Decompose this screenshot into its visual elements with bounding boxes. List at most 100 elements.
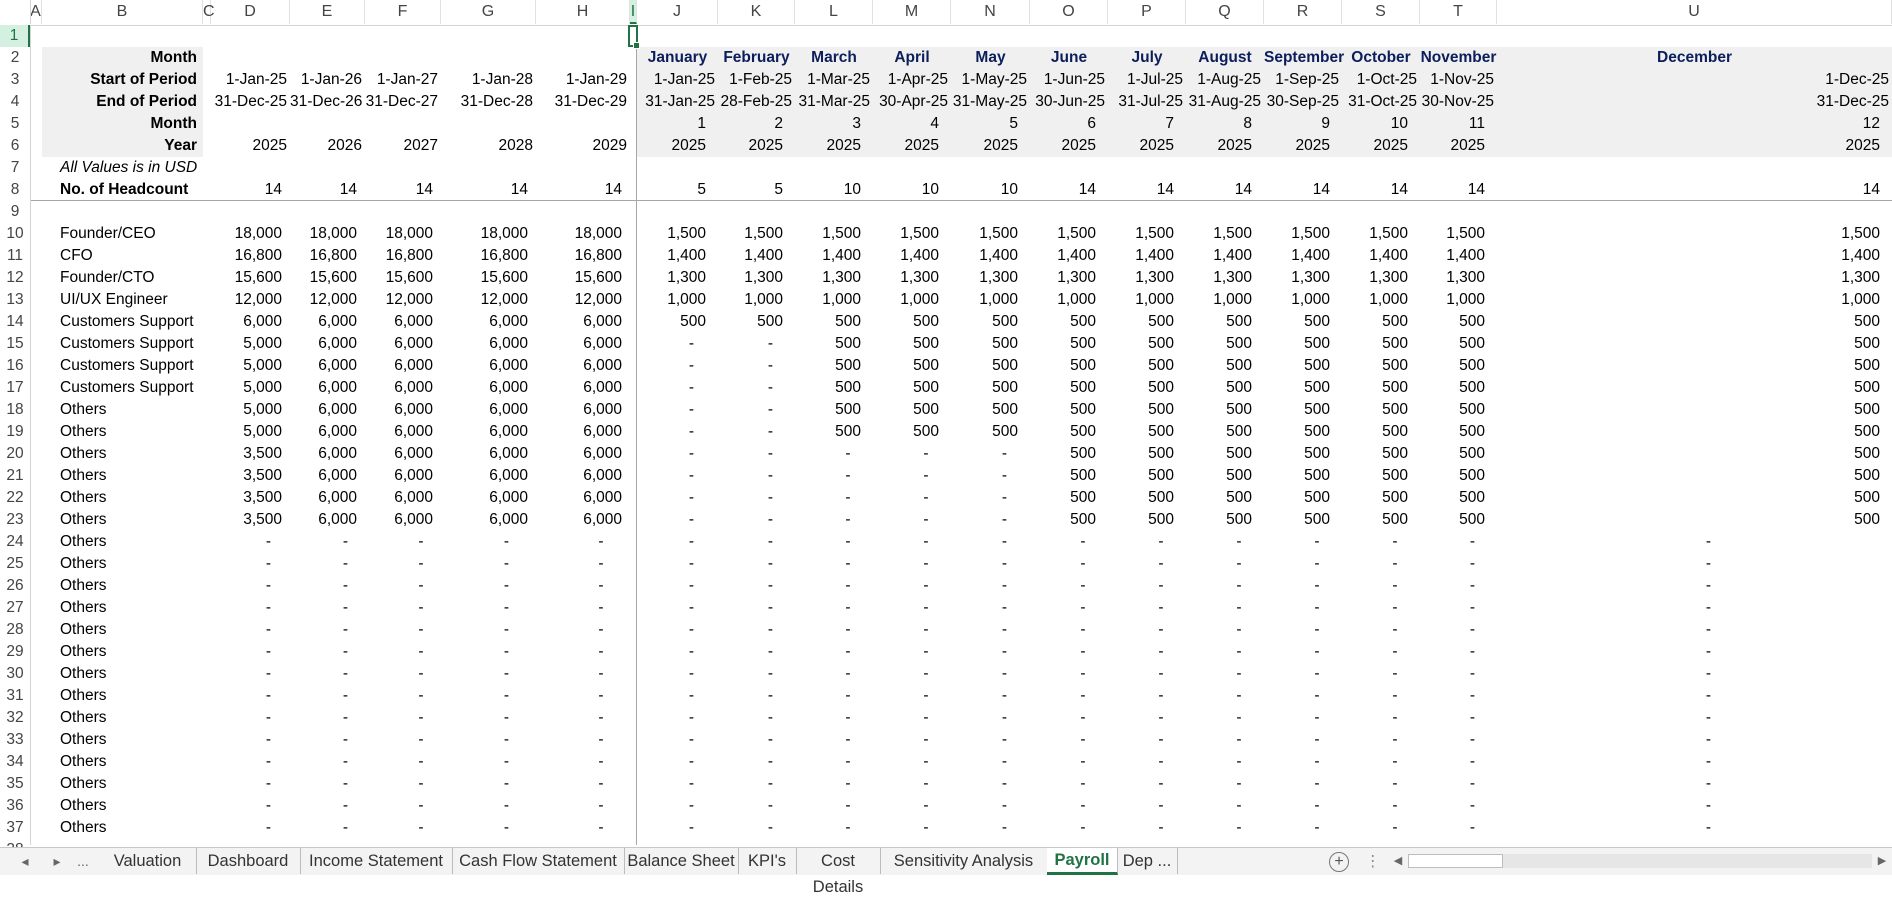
annual-salary-cell[interactable]: 6,000: [441, 487, 528, 509]
month-start-date[interactable]: 1-Sep-25: [1264, 69, 1339, 91]
tab-splitter-handle[interactable]: ⋮: [1365, 848, 1381, 875]
employee-label[interactable]: Others: [60, 817, 210, 839]
monthly-salary-cell[interactable]: -: [1434, 597, 1511, 619]
row-header-19[interactable]: 19: [0, 421, 30, 443]
monthly-salary-cell[interactable]: -: [1511, 575, 1892, 597]
monthly-salary-cell[interactable]: 500: [1030, 355, 1096, 377]
annual-salary-cell[interactable]: 5,000: [211, 355, 282, 377]
annual-salary-cell[interactable]: -: [383, 685, 459, 707]
monthly-salary-cell[interactable]: -: [651, 531, 732, 553]
monthly-salary-cell[interactable]: -: [887, 619, 965, 641]
monthly-salary-cell[interactable]: -: [809, 641, 887, 663]
monthly-salary-cell[interactable]: -: [651, 355, 732, 377]
month-year[interactable]: 2025: [1108, 135, 1174, 157]
monthly-salary-cell[interactable]: -: [1356, 751, 1434, 773]
column-header-n[interactable]: N: [951, 0, 1030, 24]
headcount-annual[interactable]: 14: [365, 179, 433, 201]
annual-salary-cell[interactable]: 6,000: [290, 509, 357, 531]
row-header-1[interactable]: 1: [0, 25, 30, 47]
monthly-salary-cell[interactable]: -: [732, 531, 809, 553]
monthly-salary-cell[interactable]: -: [887, 641, 965, 663]
monthly-salary-cell[interactable]: 500: [795, 333, 861, 355]
monthly-salary-cell[interactable]: -: [965, 685, 1044, 707]
monthly-salary-cell[interactable]: -: [1434, 817, 1511, 839]
annual-salary-cell[interactable]: -: [554, 729, 648, 751]
month-start-date[interactable]: 1-Jun-25: [1030, 69, 1105, 91]
monthly-salary-cell[interactable]: 500: [951, 377, 1018, 399]
monthly-salary-cell[interactable]: -: [732, 685, 809, 707]
monthly-salary-cell[interactable]: -: [1122, 707, 1200, 729]
annual-salary-cell[interactable]: -: [383, 553, 459, 575]
more-tabs-button[interactable]: ...: [72, 848, 94, 875]
row-header-15[interactable]: 15: [0, 333, 30, 355]
monthly-salary-cell[interactable]: -: [1122, 773, 1200, 795]
annual-salary-cell[interactable]: -: [554, 641, 648, 663]
month-start-date[interactable]: 1-Dec-25: [1497, 69, 1889, 91]
monthly-salary-cell[interactable]: 1,400: [951, 245, 1018, 267]
monthly-salary-cell[interactable]: -: [651, 729, 732, 751]
annual-end-date[interactable]: 31-Dec-27: [365, 91, 438, 113]
row-header-7[interactable]: 7: [0, 157, 30, 179]
monthly-salary-cell[interactable]: 500: [1108, 399, 1174, 421]
monthly-salary-cell[interactable]: -: [1434, 619, 1511, 641]
month-number[interactable]: 9: [1264, 113, 1330, 135]
row-header-6[interactable]: 6: [0, 135, 30, 157]
annual-salary-cell[interactable]: -: [383, 795, 459, 817]
row-header-10[interactable]: 10: [0, 223, 30, 245]
monthly-salary-cell[interactable]: 500: [1420, 421, 1485, 443]
monthly-salary-cell[interactable]: 500: [1497, 487, 1880, 509]
month-name[interactable]: October: [1342, 47, 1420, 69]
monthly-salary-cell[interactable]: -: [651, 443, 732, 465]
month-start-date[interactable]: 1-May-25: [951, 69, 1027, 91]
employee-label[interactable]: Others: [60, 597, 210, 619]
row-header-8[interactable]: 8: [0, 179, 30, 201]
column-header-e[interactable]: E: [290, 0, 365, 24]
monthly-salary-cell[interactable]: -: [1356, 597, 1434, 619]
monthly-salary-cell[interactable]: 500: [1030, 443, 1096, 465]
annual-salary-cell[interactable]: -: [554, 751, 648, 773]
row-header-23[interactable]: 23: [0, 509, 30, 531]
monthly-salary-cell[interactable]: 500: [1186, 399, 1252, 421]
monthly-salary-cell[interactable]: 500: [1108, 487, 1174, 509]
annual-salary-cell[interactable]: -: [554, 707, 648, 729]
annual-salary-cell[interactable]: -: [459, 663, 554, 685]
annual-salary-cell[interactable]: 18,000: [365, 223, 433, 245]
monthly-salary-cell[interactable]: -: [1511, 817, 1892, 839]
monthly-salary-cell[interactable]: 500: [795, 355, 861, 377]
annual-salary-cell[interactable]: -: [308, 641, 383, 663]
monthly-salary-cell[interactable]: -: [732, 773, 809, 795]
employee-label[interactable]: Others: [60, 487, 210, 509]
column-header-u[interactable]: U: [1497, 0, 1892, 24]
monthly-salary-cell[interactable]: 500: [1186, 421, 1252, 443]
monthly-salary-cell[interactable]: -: [1511, 795, 1892, 817]
monthly-salary-cell[interactable]: -: [1356, 663, 1434, 685]
monthly-salary-cell[interactable]: 500: [1342, 311, 1408, 333]
annual-salary-cell[interactable]: 6,000: [365, 487, 433, 509]
monthly-salary-cell[interactable]: -: [1200, 575, 1278, 597]
monthly-salary-cell[interactable]: 500: [1030, 377, 1096, 399]
annual-salary-cell[interactable]: -: [308, 795, 383, 817]
row-header-13[interactable]: 13: [0, 289, 30, 311]
column-header-a[interactable]: A: [30, 0, 42, 24]
row-header-33[interactable]: 33: [0, 729, 30, 751]
monthly-salary-cell[interactable]: -: [651, 377, 732, 399]
monthly-salary-cell[interactable]: 500: [1420, 377, 1485, 399]
monthly-salary-cell[interactable]: -: [732, 663, 809, 685]
month-end-date[interactable]: 31-Mar-25: [795, 91, 871, 113]
monthly-salary-cell[interactable]: 1,500: [637, 223, 706, 245]
monthly-salary-cell[interactable]: 500: [795, 399, 861, 421]
annual-salary-cell[interactable]: -: [383, 773, 459, 795]
annual-salary-cell[interactable]: -: [229, 685, 308, 707]
row-header-26[interactable]: 26: [0, 575, 30, 597]
monthly-salary-cell[interactable]: -: [965, 597, 1044, 619]
annual-salary-cell[interactable]: -: [459, 553, 554, 575]
annual-start-date[interactable]: 1-Jan-29: [536, 69, 627, 91]
annual-salary-cell[interactable]: 6,000: [441, 421, 528, 443]
monthly-salary-cell[interactable]: 1,500: [795, 223, 861, 245]
annual-salary-cell[interactable]: -: [554, 817, 648, 839]
monthly-salary-cell[interactable]: 500: [1264, 509, 1330, 531]
row-header-12[interactable]: 12: [0, 267, 30, 289]
headcount-monthly[interactable]: 5: [637, 179, 706, 201]
monthly-salary-cell[interactable]: -: [965, 641, 1044, 663]
monthly-salary-cell[interactable]: 500: [873, 377, 939, 399]
